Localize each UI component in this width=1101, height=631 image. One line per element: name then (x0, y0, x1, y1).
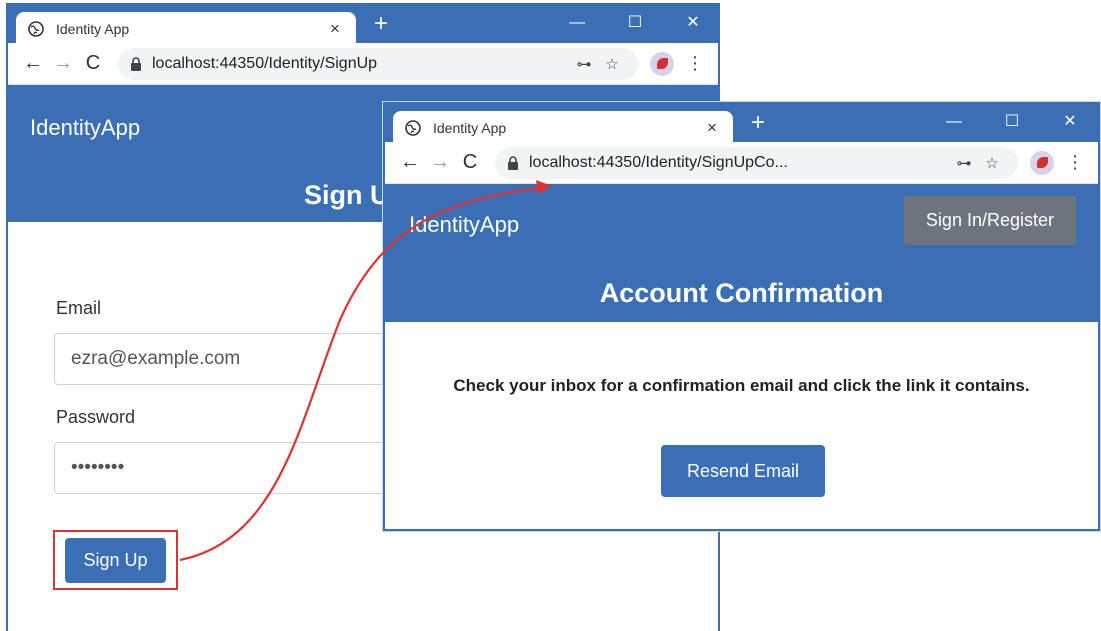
back-arrow-icon[interactable]: ← (18, 52, 48, 75)
close-window-icon[interactable]: ✕ (1041, 112, 1098, 132)
window-controls: — ☐ ✕ (548, 13, 718, 33)
app-brand[interactable]: IdentityApp (30, 115, 140, 141)
minimize-icon[interactable]: — (548, 13, 606, 33)
maximize-icon[interactable]: ☐ (606, 13, 664, 33)
new-tab-button[interactable]: + (745, 110, 771, 136)
resend-email-button[interactable]: Resend Email (661, 445, 825, 497)
browser-menu-icon[interactable]: ⋮ (1062, 152, 1088, 173)
app-brand[interactable]: IdentityApp (409, 212, 519, 238)
browser-tab[interactable]: Identity App × (393, 111, 733, 144)
tab-close-icon[interactable]: × (703, 118, 721, 138)
app-header: IdentityApp Sign In/Register Account Con… (385, 184, 1098, 322)
lock-icon (130, 56, 142, 71)
forward-arrow-icon[interactable]: → (425, 151, 455, 174)
close-window-icon[interactable]: ✕ (664, 13, 718, 33)
address-bar[interactable]: localhost:44350/Identity/SignUp ⊶ ☆ (118, 47, 638, 80)
title-bar: Identity App × + — ☐ ✕ (385, 104, 1098, 144)
new-tab-button[interactable]: + (368, 11, 394, 37)
star-icon[interactable]: ☆ (978, 154, 1006, 172)
signup-highlight: Sign Up (53, 530, 178, 590)
maximize-icon[interactable]: ☐ (983, 112, 1041, 132)
tab-title: Identity App (433, 119, 507, 136)
reload-icon[interactable]: C (455, 151, 485, 174)
forward-arrow-icon[interactable]: → (48, 52, 78, 75)
star-icon[interactable]: ☆ (598, 55, 626, 73)
lock-icon (507, 155, 519, 170)
minimize-icon[interactable]: — (925, 112, 983, 132)
reload-icon[interactable]: C (78, 52, 108, 75)
title-bar: Identity App × + — ☐ ✕ (8, 5, 718, 45)
tab-close-icon[interactable]: × (326, 19, 344, 39)
signin-register-button[interactable]: Sign In/Register (903, 196, 1076, 245)
profile-avatar-icon[interactable] (650, 51, 674, 76)
profile-avatar-icon[interactable] (1030, 150, 1054, 175)
url-text: localhost:44350/Identity/SignUp (152, 54, 378, 72)
window-controls: — ☐ ✕ (925, 112, 1098, 132)
key-icon[interactable]: ⊶ (570, 55, 598, 73)
url-text: localhost:44350/Identity/SignUpCo... (529, 153, 788, 171)
browser-tab[interactable]: Identity App × (16, 12, 356, 45)
page-title: Account Confirmation (599, 278, 884, 308)
tab-title: Identity App (56, 20, 130, 37)
browser-toolbar: ← → C localhost:44350/Identity/SignUp ⊶ … (8, 43, 718, 85)
back-arrow-icon[interactable]: ← (395, 151, 425, 174)
browser-window-confirmation: Identity App × + — ☐ ✕ ← → C localhost:4… (383, 102, 1100, 531)
browser-toolbar: ← → C localhost:44350/Identity/SignUpCo.… (385, 142, 1098, 184)
globe-icon (28, 20, 44, 37)
key-icon[interactable]: ⊶ (950, 154, 978, 172)
browser-menu-icon[interactable]: ⋮ (682, 53, 708, 74)
signup-button[interactable]: Sign Up (65, 537, 166, 583)
address-bar[interactable]: localhost:44350/Identity/SignUpCo... ⊶ ☆ (495, 146, 1018, 179)
confirmation-message: Check your inbox for a confirmation emai… (453, 376, 1030, 395)
globe-icon (405, 119, 421, 136)
